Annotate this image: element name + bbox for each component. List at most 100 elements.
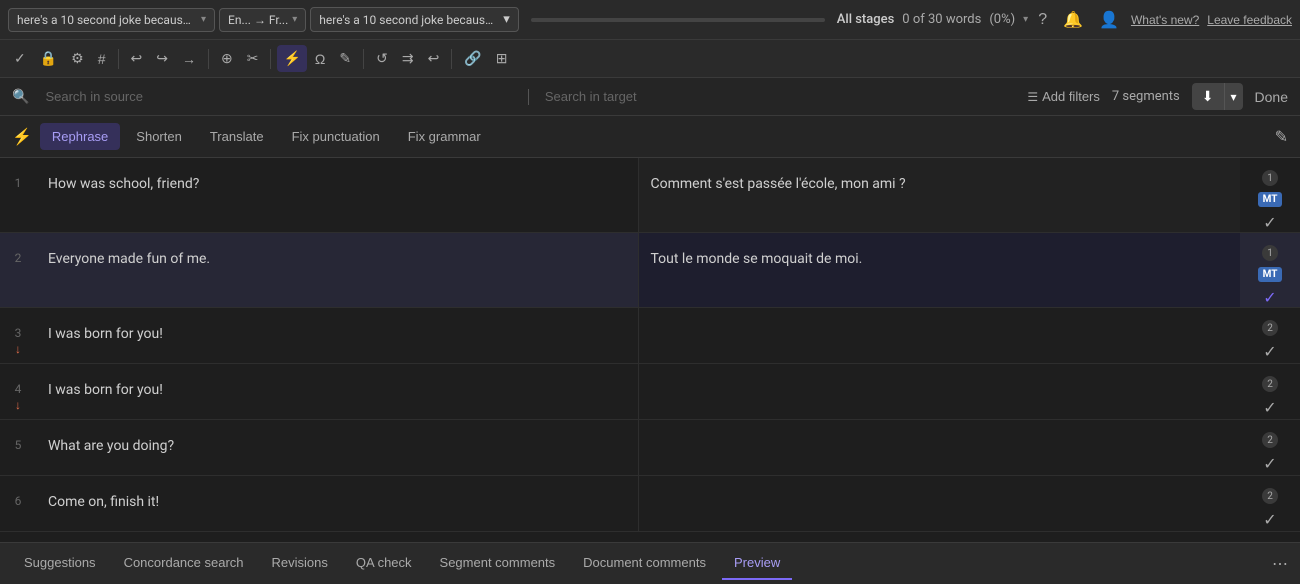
stages-info: All stages 0 of 30 words (0%) ▾ (837, 12, 1028, 27)
language-pair-chevron-icon: ▾ (292, 14, 297, 25)
language-pair-label: En... → Fr... (228, 13, 288, 27)
all-stages-label: All stages (837, 12, 895, 27)
tab-qa-check[interactable]: QA check (344, 547, 424, 580)
multi-arrow-toolbar-icon[interactable]: ⇉ (396, 45, 420, 72)
table-row[interactable]: 5 What are you doing? 2 ✓ (0, 420, 1300, 476)
tab-revisions[interactable]: Revisions (260, 547, 340, 580)
bell-icon: 🔔 (1063, 10, 1083, 30)
segment-target[interactable]: Comment s'est passée l'école, mon ami ? (639, 158, 1241, 232)
hash-toolbar-icon[interactable]: # (92, 46, 112, 72)
loop-toolbar-icon[interactable]: ↺ (370, 45, 394, 72)
language-pair-selector[interactable]: En... → Fr... ▾ (219, 8, 306, 32)
omega-toolbar-icon[interactable]: Ω (309, 46, 331, 72)
revision-badge: 2 (1262, 320, 1278, 336)
search-bar: 🔍 ☰ Add filters 7 segments ⬇ ▾ Done (0, 78, 1300, 116)
toolbar-divider-2 (208, 49, 209, 69)
table-row[interactable]: 3 ↓ I was born for you! 2 ✓ (0, 308, 1300, 364)
add-filters-button[interactable]: ☰ Add filters (1027, 89, 1100, 104)
segment-target[interactable] (639, 364, 1241, 419)
ai-lightning-icon: ⚡ (12, 127, 32, 146)
confirm-icon[interactable]: ✓ (1263, 288, 1276, 307)
segment-source[interactable]: Come on, finish it! (36, 476, 639, 531)
columns-toolbar-icon[interactable]: ⊞ (490, 45, 514, 72)
toolbar-divider-4 (363, 49, 364, 69)
confirm-toolbar-icon[interactable]: ✓ (8, 45, 32, 72)
segment-source[interactable]: How was school, friend? (36, 158, 639, 232)
stages-chevron-icon: ▾ (1023, 14, 1028, 25)
segment-target[interactable] (639, 420, 1241, 475)
search-icon: 🔍 (12, 89, 29, 105)
table-row[interactable]: 1 How was school, friend? Comment s'est … (0, 158, 1300, 233)
tab-translate[interactable]: Translate (198, 123, 276, 150)
confirm-icon[interactable]: ✓ (1263, 454, 1276, 473)
top-bar: here's a 10 second joke because ... ▾ En… (0, 0, 1300, 40)
table-row[interactable]: 2 Everyone made fun of me. Tout le monde… (0, 233, 1300, 308)
more-options-button[interactable]: ⋯ (1272, 554, 1288, 574)
tab-fix-punctuation[interactable]: Fix punctuation (280, 123, 392, 150)
download-button[interactable]: ⬇ (1192, 83, 1224, 110)
confirm-icon[interactable]: ✓ (1263, 510, 1276, 529)
confirm-icon[interactable]: ✓ (1263, 398, 1276, 417)
tab-rephrase[interactable]: Rephrase (40, 123, 120, 150)
expand-icon: ▾ (1231, 90, 1237, 104)
bottom-tabs: Suggestions Concordance search Revisions… (0, 542, 1300, 584)
leave-feedback-button[interactable]: Leave feedback (1207, 13, 1292, 27)
download-expand-button[interactable]: ▾ (1224, 83, 1243, 110)
filter-icon: ☰ (1027, 90, 1038, 104)
project-title: here's a 10 second joke because ... (17, 13, 197, 27)
segment-meta: 1 MT ✓ (1240, 233, 1300, 307)
segment-target[interactable]: Tout le monde se moquait de moi. (639, 233, 1241, 307)
tab-suggestions[interactable]: Suggestions (12, 547, 108, 580)
bell-icon-btn[interactable]: 🔔 (1059, 6, 1087, 34)
editor-toolbar: ✓ 🔒 ⚙ # ↩ ↪ → ⊕ ✂ ⚡ Ω ✎ ↺ ⇉ ↩ 🔗 ⊞ (0, 40, 1300, 78)
toolbar-divider-3 (270, 49, 271, 69)
table-row[interactable]: 6 Come on, finish it! 2 ✓ (0, 476, 1300, 532)
arrow-right-toolbar-icon[interactable]: → (176, 46, 202, 72)
tab-concordance-search[interactable]: Concordance search (112, 547, 256, 580)
undo-toolbar-icon[interactable]: ↩ (125, 45, 149, 72)
tab-segment-comments[interactable]: Segment comments (428, 547, 568, 580)
undo2-toolbar-icon[interactable]: ↩ (422, 45, 446, 72)
search-right: ☰ Add filters 7 segments ⬇ ▾ Done (1027, 83, 1288, 110)
search-divider (528, 89, 529, 105)
confirm-icon[interactable]: ✓ (1263, 213, 1276, 232)
top-bar-left: here's a 10 second joke because ... ▾ En… (8, 7, 1028, 32)
segment-number: 5 (0, 420, 36, 475)
user-icon-btn[interactable]: 👤 (1095, 6, 1123, 34)
tag-toolbar-icon[interactable]: ⊕ (215, 45, 239, 72)
search-source-input[interactable] (45, 89, 511, 104)
done-button[interactable]: Done (1255, 89, 1288, 105)
split-toolbar-icon[interactable]: ✂ (241, 45, 265, 72)
search-target-input[interactable] (545, 89, 1011, 104)
segments-count-label: 7 segments (1112, 89, 1180, 104)
tab-preview[interactable]: Preview (722, 547, 792, 580)
redo-toolbar-icon[interactable]: ↪ (150, 45, 174, 72)
lock-toolbar-icon[interactable]: 🔒 (34, 45, 63, 72)
project-selector[interactable]: here's a 10 second joke because ... ▾ (8, 8, 215, 32)
help-icon-btn[interactable]: ? (1034, 7, 1051, 33)
status-down-icon: ↓ (15, 342, 21, 356)
confirm-icon[interactable]: ✓ (1263, 342, 1276, 361)
segment-number: 6 (0, 476, 36, 531)
tab-document-comments[interactable]: Document comments (571, 547, 718, 580)
table-row[interactable]: 4 ↓ I was born for you! 2 ✓ (0, 364, 1300, 420)
revision-badge: 2 (1262, 488, 1278, 504)
link-toolbar-icon[interactable]: 🔗 (458, 45, 487, 72)
pencil-toolbar-icon[interactable]: ✎ (333, 45, 357, 72)
segment-source[interactable]: I was born for you! (36, 308, 639, 363)
segment-selector[interactable]: here's a 10 second joke because yc ▾ (310, 7, 519, 32)
help-icon: ? (1038, 11, 1047, 29)
top-bar-right: ? 🔔 👤 What's new? Leave feedback (1034, 6, 1292, 34)
segment-target[interactable] (639, 476, 1241, 531)
ai-edit-icon-btn[interactable]: ✎ (1275, 127, 1288, 147)
tab-shorten[interactable]: Shorten (124, 123, 194, 150)
segment-source[interactable]: What are you doing? (36, 420, 639, 475)
segment-source[interactable]: Everyone made fun of me. (36, 233, 639, 307)
whats-new-button[interactable]: What's new? (1131, 13, 1199, 27)
tab-fix-grammar[interactable]: Fix grammar (396, 123, 493, 150)
segment-source[interactable]: I was born for you! (36, 364, 639, 419)
lightning-toolbar-icon[interactable]: ⚡ (277, 45, 306, 72)
settings-toolbar-icon[interactable]: ⚙ (65, 45, 90, 72)
segment-target[interactable] (639, 308, 1241, 363)
project-chevron-icon: ▾ (201, 14, 206, 25)
